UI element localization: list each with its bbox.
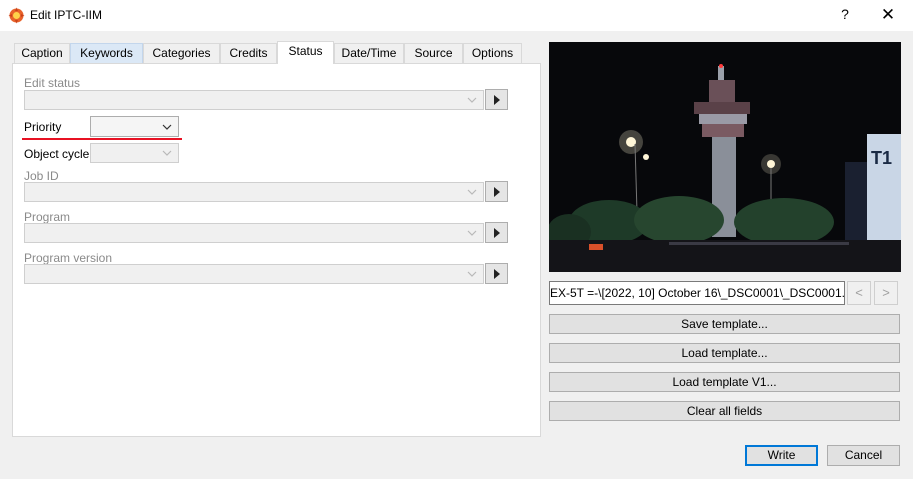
window-title: Edit IPTC-IIM bbox=[30, 8, 103, 22]
program-label: Program bbox=[24, 210, 71, 224]
chevron-right-icon: > bbox=[882, 285, 890, 300]
image-preview: T1 bbox=[549, 42, 901, 272]
previous-file-button[interactable]: < bbox=[847, 281, 871, 305]
program-combo[interactable] bbox=[24, 223, 484, 243]
object-cycle-select[interactable] bbox=[90, 143, 179, 163]
chevron-down-icon bbox=[162, 124, 172, 130]
edit-status-insert-button[interactable] bbox=[485, 89, 508, 110]
play-arrow-icon bbox=[494, 95, 500, 105]
program-version-combo[interactable] bbox=[24, 264, 484, 284]
save-template-button[interactable]: Save template... bbox=[549, 314, 900, 334]
chevron-down-icon bbox=[467, 97, 477, 103]
tab-options[interactable]: Options bbox=[463, 43, 522, 63]
svg-text:T1: T1 bbox=[871, 148, 892, 168]
clear-all-fields-button[interactable]: Clear all fields bbox=[549, 401, 900, 421]
tab-credits[interactable]: Credits bbox=[220, 43, 277, 63]
help-button[interactable]: ? bbox=[836, 6, 854, 24]
priority-select[interactable] bbox=[90, 116, 179, 137]
priority-label: Priority bbox=[24, 120, 62, 134]
tab-source[interactable]: Source bbox=[404, 43, 463, 63]
tab-caption[interactable]: Caption bbox=[14, 43, 70, 63]
play-arrow-icon bbox=[494, 187, 500, 197]
next-file-button[interactable]: > bbox=[874, 281, 898, 305]
write-button[interactable]: Write bbox=[745, 445, 818, 466]
edit-status-combo[interactable] bbox=[24, 90, 484, 110]
chevron-down-icon bbox=[467, 271, 477, 277]
xnview-app-icon bbox=[8, 7, 25, 24]
job-id-insert-button[interactable] bbox=[485, 181, 508, 202]
load-template-button[interactable]: Load template... bbox=[549, 343, 900, 363]
chevron-down-icon bbox=[467, 189, 477, 195]
chevron-left-icon: < bbox=[855, 285, 863, 300]
chevron-down-icon bbox=[467, 230, 477, 236]
program-insert-button[interactable] bbox=[485, 222, 508, 243]
tab-date-time[interactable]: Date/Time bbox=[334, 43, 404, 63]
object-cycle-label: Object cycle bbox=[24, 147, 90, 161]
job-id-combo[interactable] bbox=[24, 182, 484, 202]
close-button[interactable]: ✕ bbox=[876, 5, 900, 27]
load-template-v1-button[interactable]: Load template V1... bbox=[549, 372, 900, 392]
edit-status-label: Edit status bbox=[24, 76, 81, 90]
file-path-field[interactable]: EX-5T =-\[2022, 10] October 16\_DSC0001\… bbox=[549, 281, 845, 305]
close-icon: ✕ bbox=[880, 5, 896, 24]
play-arrow-icon bbox=[494, 228, 500, 238]
chevron-down-icon bbox=[162, 150, 172, 156]
cancel-button[interactable]: Cancel bbox=[827, 445, 900, 466]
highlight-underline bbox=[22, 138, 182, 140]
tab-status[interactable]: Status bbox=[277, 41, 334, 64]
program-version-insert-button[interactable] bbox=[485, 263, 508, 284]
tab-categories[interactable]: Categories bbox=[143, 43, 220, 63]
tab-keywords[interactable]: Keywords bbox=[70, 43, 143, 63]
title-bar bbox=[0, 0, 913, 31]
play-arrow-icon bbox=[494, 269, 500, 279]
job-id-label: Job ID bbox=[24, 169, 59, 183]
program-version-label: Program version bbox=[24, 251, 113, 265]
